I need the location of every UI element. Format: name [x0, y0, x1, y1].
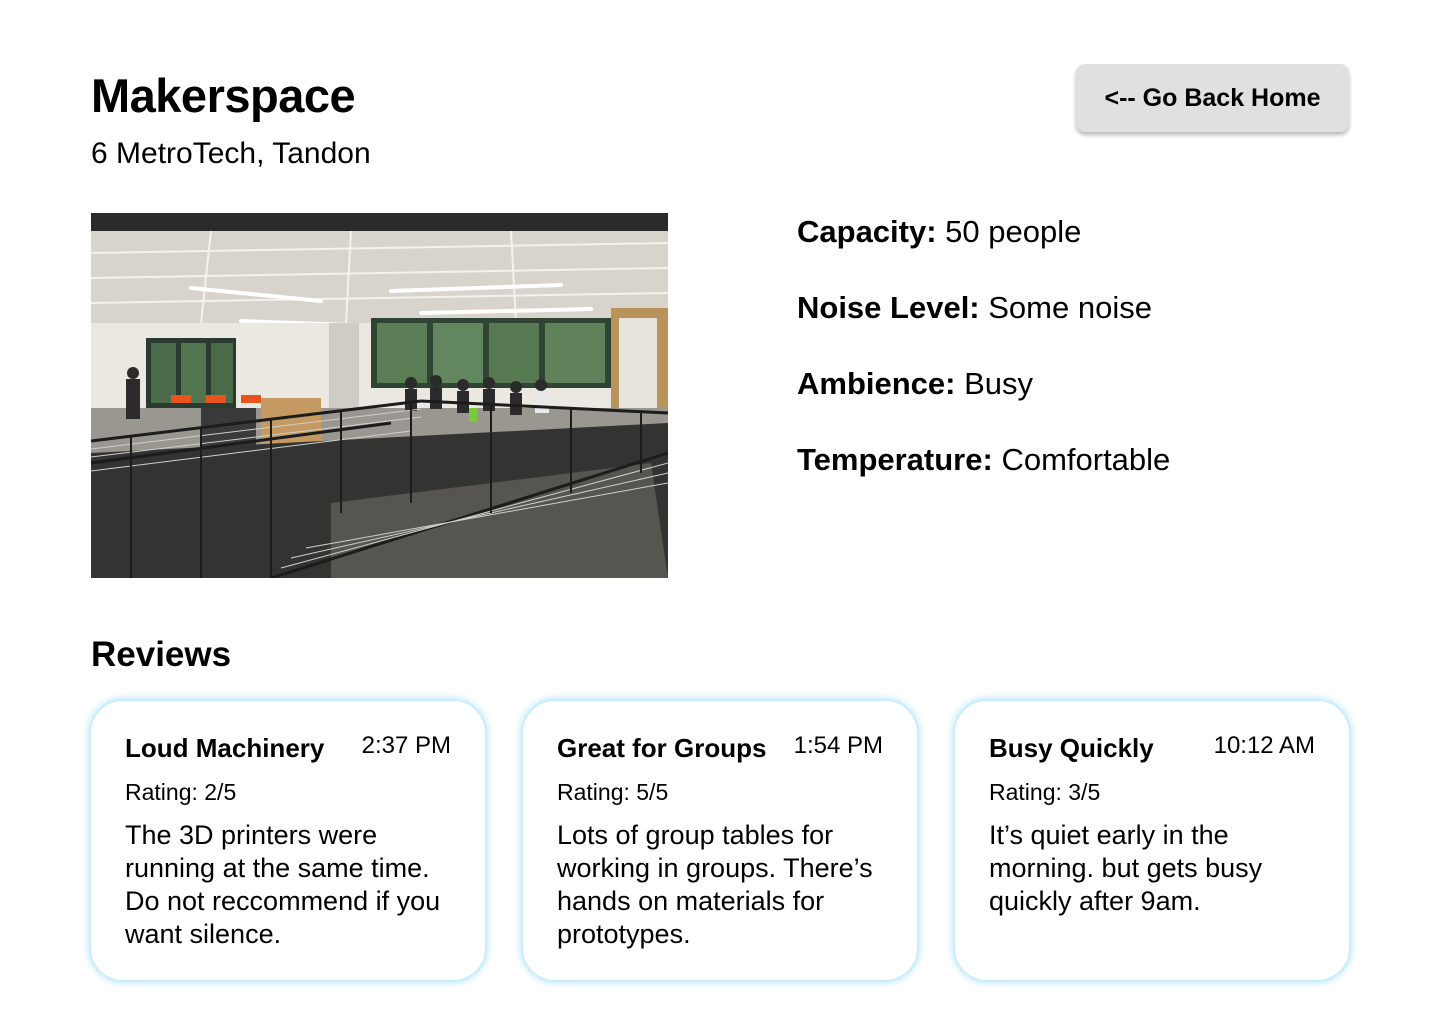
detail-noise-level: Noise Level: Some noise: [797, 286, 1170, 362]
detail-ambience-label: Ambience:: [797, 366, 956, 401]
review-title: Loud Machinery: [125, 733, 325, 763]
detail-capacity: Capacity: 50 people: [797, 210, 1170, 286]
review-rating: Rating: 3/5: [989, 779, 1101, 805]
location-subtitle: 6 MetroTech, Tandon: [91, 137, 371, 170]
review-body: The 3D printers were running at the same…: [125, 820, 441, 949]
review-title: Great for Groups: [557, 733, 767, 763]
review-time: 1:54 PM: [793, 732, 883, 759]
detail-noise-level-value: Some noise: [988, 290, 1152, 325]
review-rating: Rating: 5/5: [557, 779, 669, 805]
detail-temperature-value: Comfortable: [1001, 442, 1171, 477]
review-time: 10:12 AM: [1213, 732, 1315, 759]
review-body: It’s quiet early in the morning. but get…: [989, 820, 1263, 916]
review-rating: Rating: 2/5: [125, 779, 237, 805]
review-title: Busy Quickly: [989, 733, 1154, 763]
page-title: Makerspace: [91, 69, 356, 122]
detail-ambience-value: Busy: [964, 366, 1034, 401]
review-card: Loud Machinery 2:37 PM Rating: 2/5 The 3…: [89, 699, 487, 982]
detail-noise-level-label: Noise Level:: [797, 290, 980, 325]
review-body: Lots of group tables for working in grou…: [557, 820, 873, 949]
go-back-home-button[interactable]: <-- Go Back Home: [1076, 64, 1349, 132]
detail-ambience: Ambience: Busy: [797, 362, 1170, 438]
detail-temperature: Temperature: Comfortable: [797, 438, 1170, 514]
review-card: Busy Quickly 10:12 AM Rating: 3/5 It’s q…: [953, 699, 1351, 982]
detail-capacity-value: 50 people: [945, 214, 1082, 249]
makerspace-photo: [91, 213, 668, 578]
review-time: 2:37 PM: [361, 732, 451, 759]
detail-temperature-label: Temperature:: [797, 442, 993, 477]
detail-capacity-label: Capacity:: [797, 214, 937, 249]
makerspace-photo-illustration: [91, 213, 668, 578]
space-details: Capacity: 50 people Noise Level: Some no…: [797, 210, 1170, 514]
reviews-heading: Reviews: [91, 635, 232, 674]
review-card: Great for Groups 1:54 PM Rating: 5/5 Lot…: [521, 699, 919, 982]
